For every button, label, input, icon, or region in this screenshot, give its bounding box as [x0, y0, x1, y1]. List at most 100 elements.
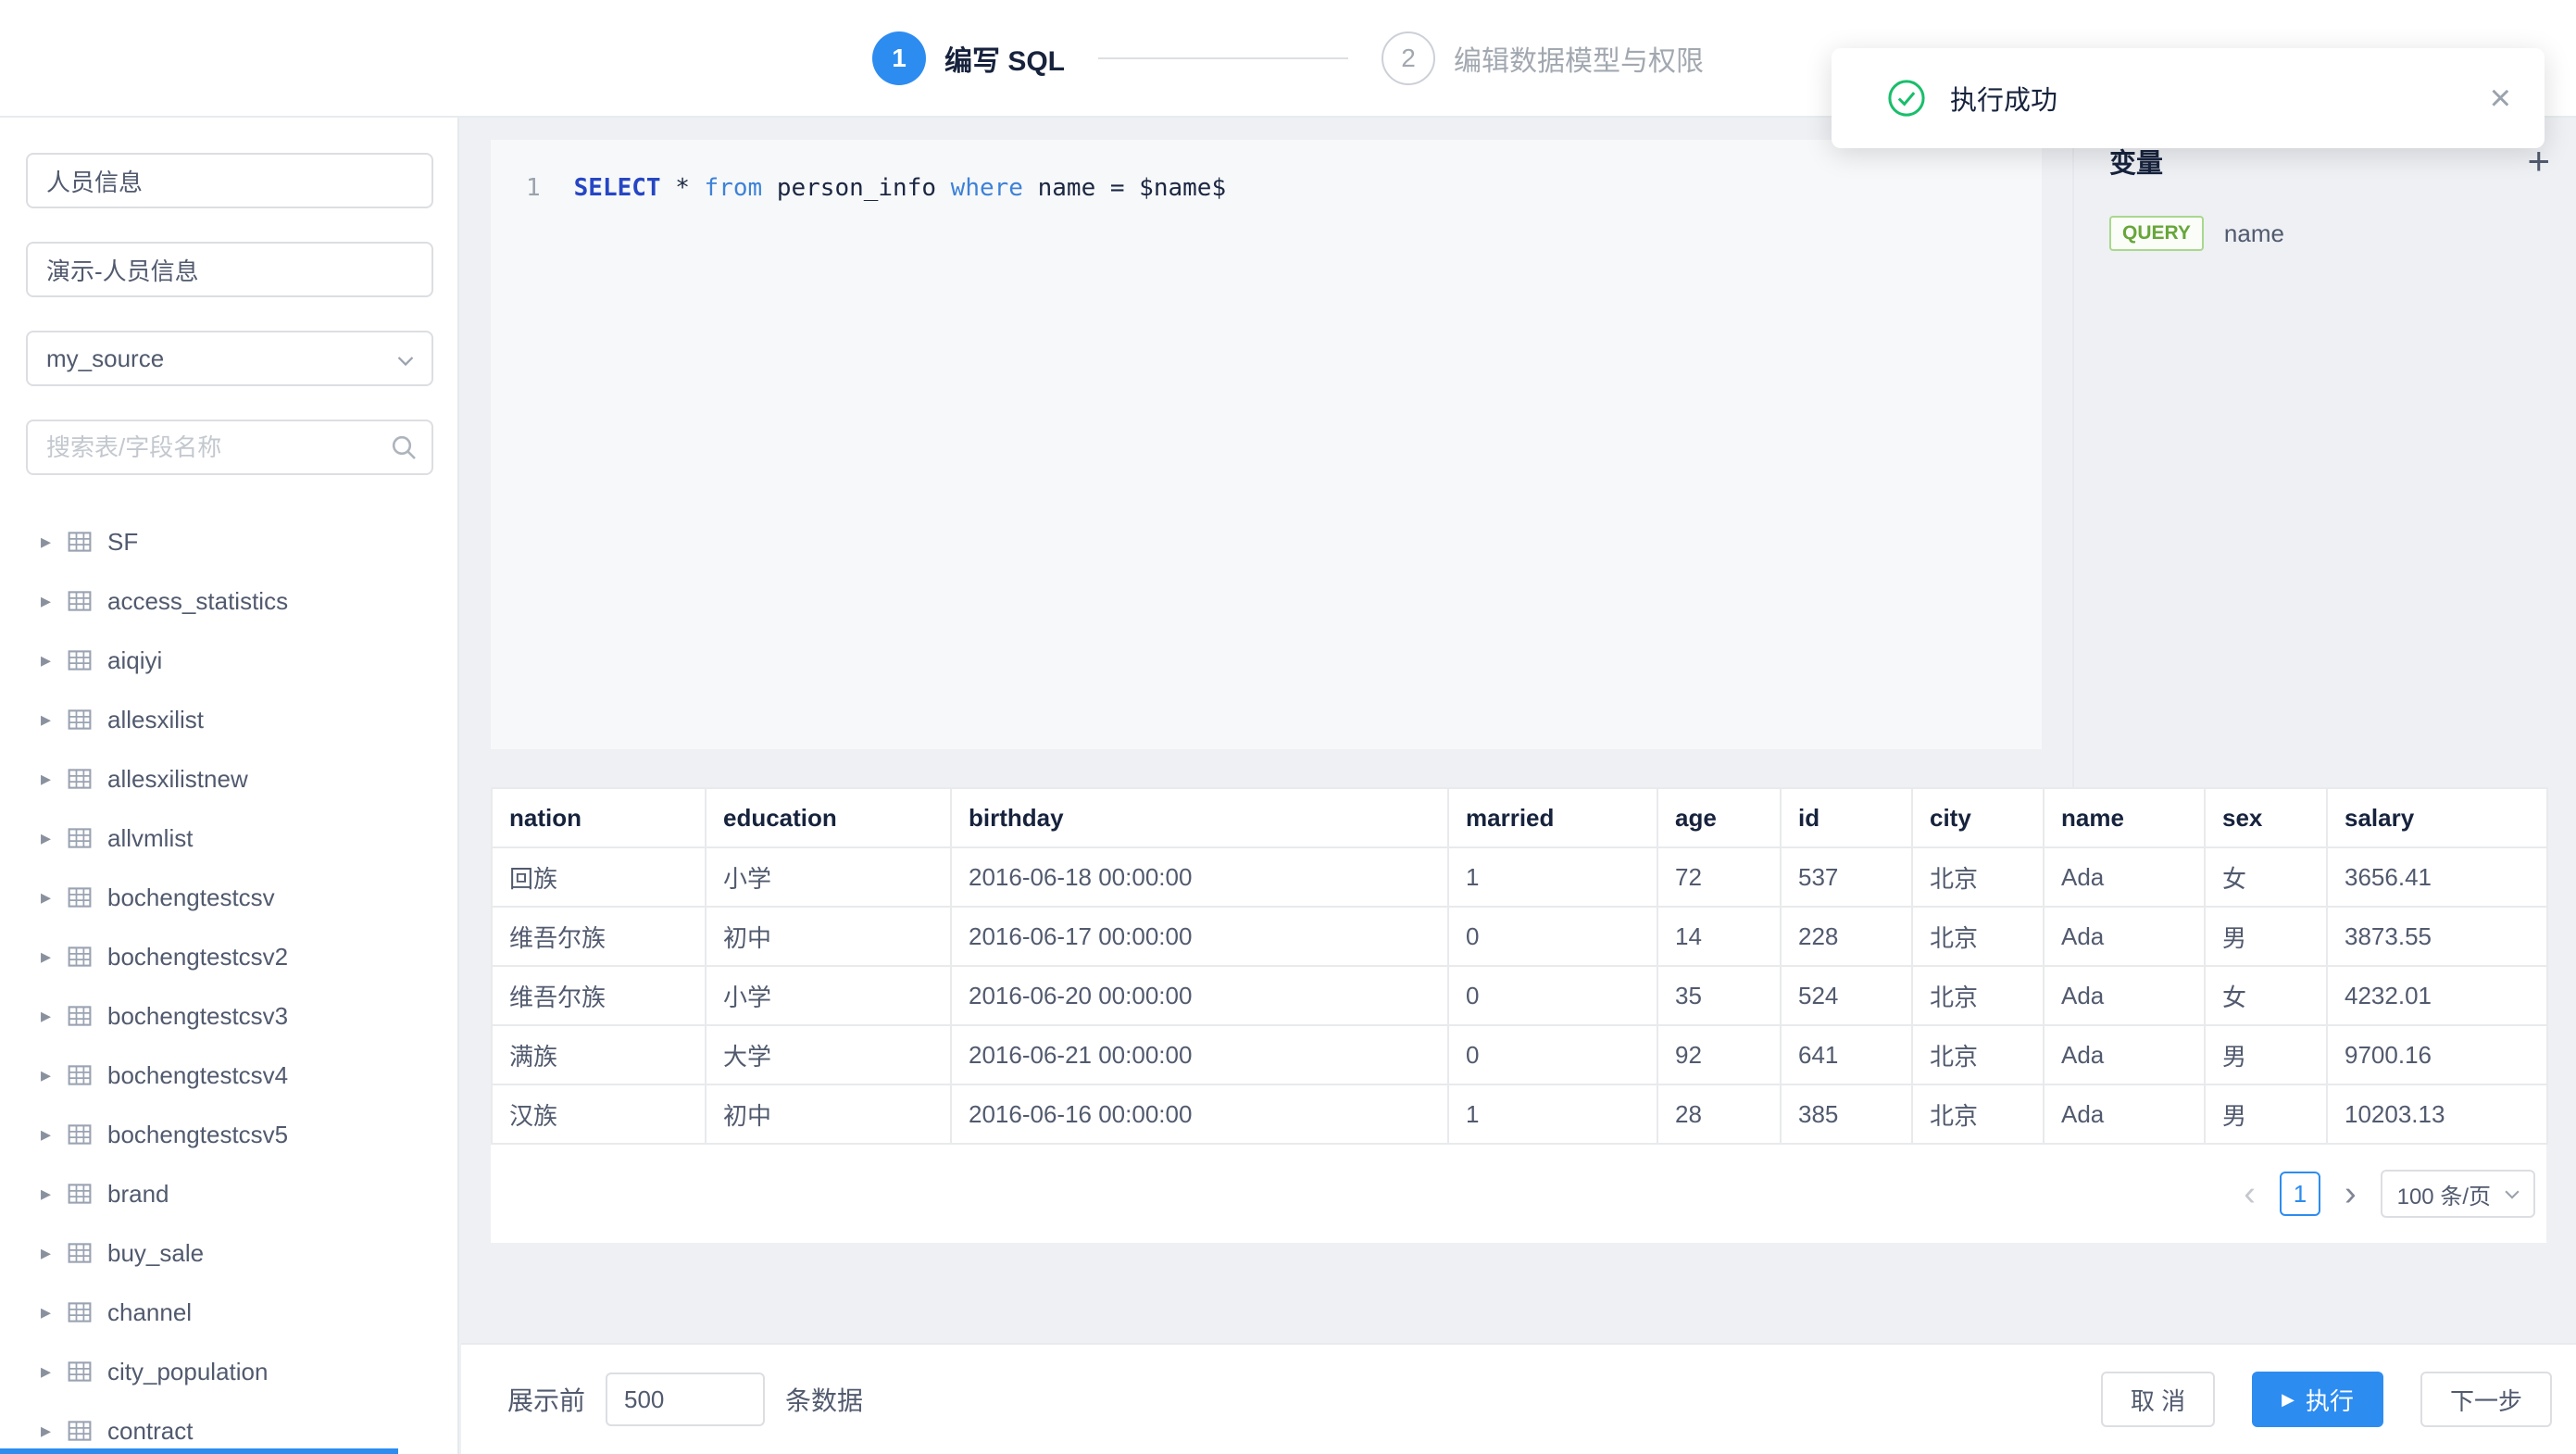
- results-cell: 北京: [1912, 907, 2044, 966]
- results-cell: 小学: [706, 966, 951, 1025]
- sql-token: name = $name$: [1023, 174, 1226, 202]
- table-name-label: allesxilist: [107, 706, 204, 734]
- table-icon: [67, 1359, 93, 1385]
- step-1-label: 编写 SQL: [944, 38, 1065, 79]
- table-icon: [67, 1003, 93, 1029]
- table-tree-item[interactable]: ▸allvmlist: [0, 808, 457, 868]
- next-page-icon[interactable]: ›: [2345, 1176, 2357, 1211]
- table-icon: [67, 1240, 93, 1266]
- table-tree-item[interactable]: ▸bochengtestcsv4: [0, 1046, 457, 1105]
- caret-right-icon: ▸: [41, 885, 67, 909]
- table-tree-item[interactable]: ▸contract: [0, 1401, 457, 1454]
- table-name-label: bochengtestcsv4: [107, 1061, 288, 1090]
- toast-message: 执行成功: [1950, 79, 2490, 118]
- results-cell: 小学: [706, 847, 951, 907]
- results-row: 维吾尔族初中2016-06-17 00:00:00014228北京Ada男387…: [492, 907, 2547, 966]
- sql-token: person_info: [762, 174, 951, 202]
- results-cell: Ada: [2044, 847, 2205, 907]
- sql-editor[interactable]: 1 SELECT * from person_info where name =…: [491, 140, 2042, 749]
- table-tree-item[interactable]: ▸aiqiyi: [0, 631, 457, 690]
- table-tree-item[interactable]: ▸channel: [0, 1283, 457, 1342]
- search-input[interactable]: [26, 420, 433, 475]
- caret-right-icon: ▸: [41, 1241, 67, 1265]
- results-cell: 男: [2205, 1025, 2327, 1084]
- results-table: nationeducationbirthdaymarriedageidcityn…: [491, 787, 2548, 1145]
- line-number: 1: [526, 168, 541, 208]
- success-toast: 执行成功 ×: [1832, 48, 2545, 148]
- table-icon: [67, 825, 93, 851]
- results-cell: 2016-06-21 00:00:00: [951, 1025, 1448, 1084]
- table-name-label: contract: [107, 1417, 194, 1446]
- stepper-divider-line: [1098, 57, 1348, 59]
- table-tree-item[interactable]: ▸access_statistics: [0, 571, 457, 631]
- table-tree-item[interactable]: ▸city_population: [0, 1342, 457, 1401]
- sidebar-scrollbar-thumb[interactable]: [0, 1448, 398, 1454]
- caret-right-icon: ▸: [41, 826, 67, 850]
- table-name-label: brand: [107, 1180, 169, 1209]
- results-cell: 2016-06-17 00:00:00: [951, 907, 1448, 966]
- column-header: education: [706, 788, 951, 847]
- table-tree-item[interactable]: ▸allesxilistnew: [0, 749, 457, 808]
- table-name-label: bochengtestcsv2: [107, 943, 288, 971]
- run-button-label: 执行: [2306, 1383, 2354, 1417]
- row-limit-input[interactable]: [606, 1373, 765, 1426]
- results-cell: 0: [1448, 1025, 1657, 1084]
- column-header: sex: [2205, 788, 2327, 847]
- pagination: ‹ 1 › 100 条/页: [2244, 1145, 2535, 1243]
- play-icon: ▶: [2282, 1391, 2295, 1408]
- step-2-indicator: 2: [1382, 31, 1435, 85]
- table-name-label: access_statistics: [107, 587, 288, 616]
- results-cell: 92: [1657, 1025, 1781, 1084]
- close-icon[interactable]: ×: [2490, 80, 2511, 117]
- column-header: salary: [2327, 788, 2547, 847]
- sql-model-editor-page: 1 编写 SQL 2 编辑数据模型与权限 执行成功 × my_source: [0, 0, 2576, 1454]
- variable-row[interactable]: QUERYname: [2109, 216, 2576, 251]
- results-cell: 28: [1657, 1084, 1781, 1144]
- table-tree-item[interactable]: ▸bochengtestcsv: [0, 868, 457, 927]
- caret-right-icon: ▸: [41, 1360, 67, 1384]
- prev-page-icon[interactable]: ‹: [2244, 1176, 2256, 1211]
- query-results-card: nationeducationbirthdaymarriedageidcityn…: [491, 787, 2546, 1243]
- table-tree-item[interactable]: ▸bochengtestcsv3: [0, 986, 457, 1046]
- table-tree-item[interactable]: ▸ allesxilist: [0, 690, 457, 749]
- page-size-select[interactable]: 100 条/页: [2381, 1170, 2535, 1218]
- caret-right-icon: ▸: [41, 708, 67, 732]
- step-1-write-sql[interactable]: 1 编写 SQL: [872, 31, 1065, 85]
- limit-suffix-label: 条数据: [785, 1381, 863, 1418]
- table-tree-item[interactable]: ▸ bochengtestcsv2: [0, 927, 457, 986]
- model-display-name-input[interactable]: [26, 242, 433, 297]
- results-cell: 北京: [1912, 1025, 2044, 1084]
- sql-token: from: [705, 174, 763, 202]
- table-icon: [67, 588, 93, 614]
- results-cell: 初中: [706, 907, 951, 966]
- results-cell: 524: [1781, 966, 1912, 1025]
- table-icon: [67, 1062, 93, 1088]
- results-cell: 2016-06-18 00:00:00: [951, 847, 1448, 907]
- sql-token: where: [951, 174, 1023, 202]
- next-step-button[interactable]: 下一步: [2420, 1372, 2552, 1427]
- cancel-button[interactable]: 取 消: [2101, 1372, 2215, 1427]
- variables-panel: 变量 + QUERYname: [2072, 118, 2576, 787]
- results-cell: 女: [2205, 966, 2327, 1025]
- table-tree-item[interactable]: ▸buy_sale: [0, 1223, 457, 1283]
- model-name-input[interactable]: [26, 153, 433, 208]
- datasource-select[interactable]: my_source: [26, 331, 433, 386]
- search-icon: [389, 432, 419, 462]
- results-cell: 0: [1448, 907, 1657, 966]
- column-header: nation: [492, 788, 706, 847]
- run-button[interactable]: ▶ 执行: [2252, 1372, 2383, 1427]
- table-icon: [67, 766, 93, 792]
- table-tree: ▸SF▸access_statistics▸aiqiyi▸allesxilist…: [0, 512, 457, 1454]
- results-cell: 537: [1781, 847, 1912, 907]
- step-2-edit-model[interactable]: 2 编辑数据模型与权限: [1382, 31, 1704, 85]
- table-tree-item[interactable]: ▸SF: [0, 512, 457, 571]
- current-page-button[interactable]: 1: [2280, 1172, 2320, 1216]
- results-row: 汉族初中2016-06-16 00:00:00128385北京Ada男10203…: [492, 1084, 2547, 1144]
- results-cell: 14: [1657, 907, 1781, 966]
- page-size-value: 100 条/页: [2397, 1178, 2491, 1210]
- variable-type-badge: QUERY: [2109, 216, 2204, 251]
- table-tree-item[interactable]: ▸ brand: [0, 1164, 457, 1223]
- caret-right-icon: ▸: [41, 945, 67, 969]
- table-tree-item[interactable]: ▸bochengtestcsv5: [0, 1105, 457, 1164]
- caret-right-icon: ▸: [41, 1182, 67, 1206]
